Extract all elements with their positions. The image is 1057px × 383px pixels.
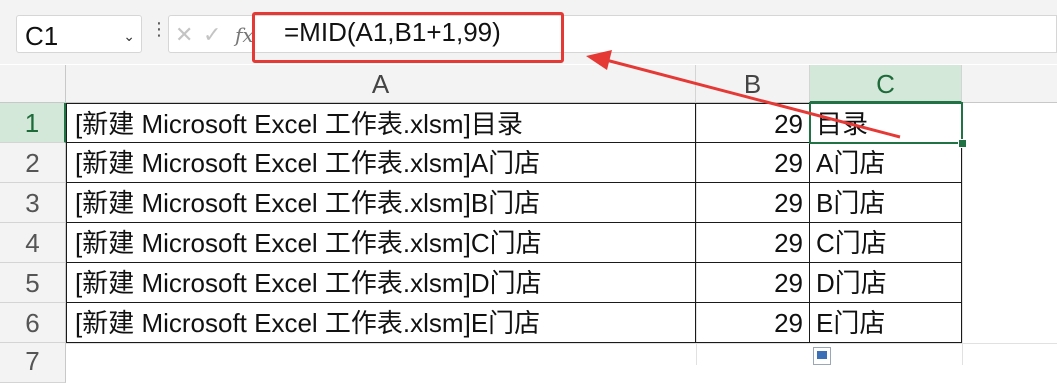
arrow-head bbox=[586, 50, 612, 70]
annotation-arrow bbox=[586, 50, 901, 139]
arrow-line bbox=[605, 58, 901, 139]
